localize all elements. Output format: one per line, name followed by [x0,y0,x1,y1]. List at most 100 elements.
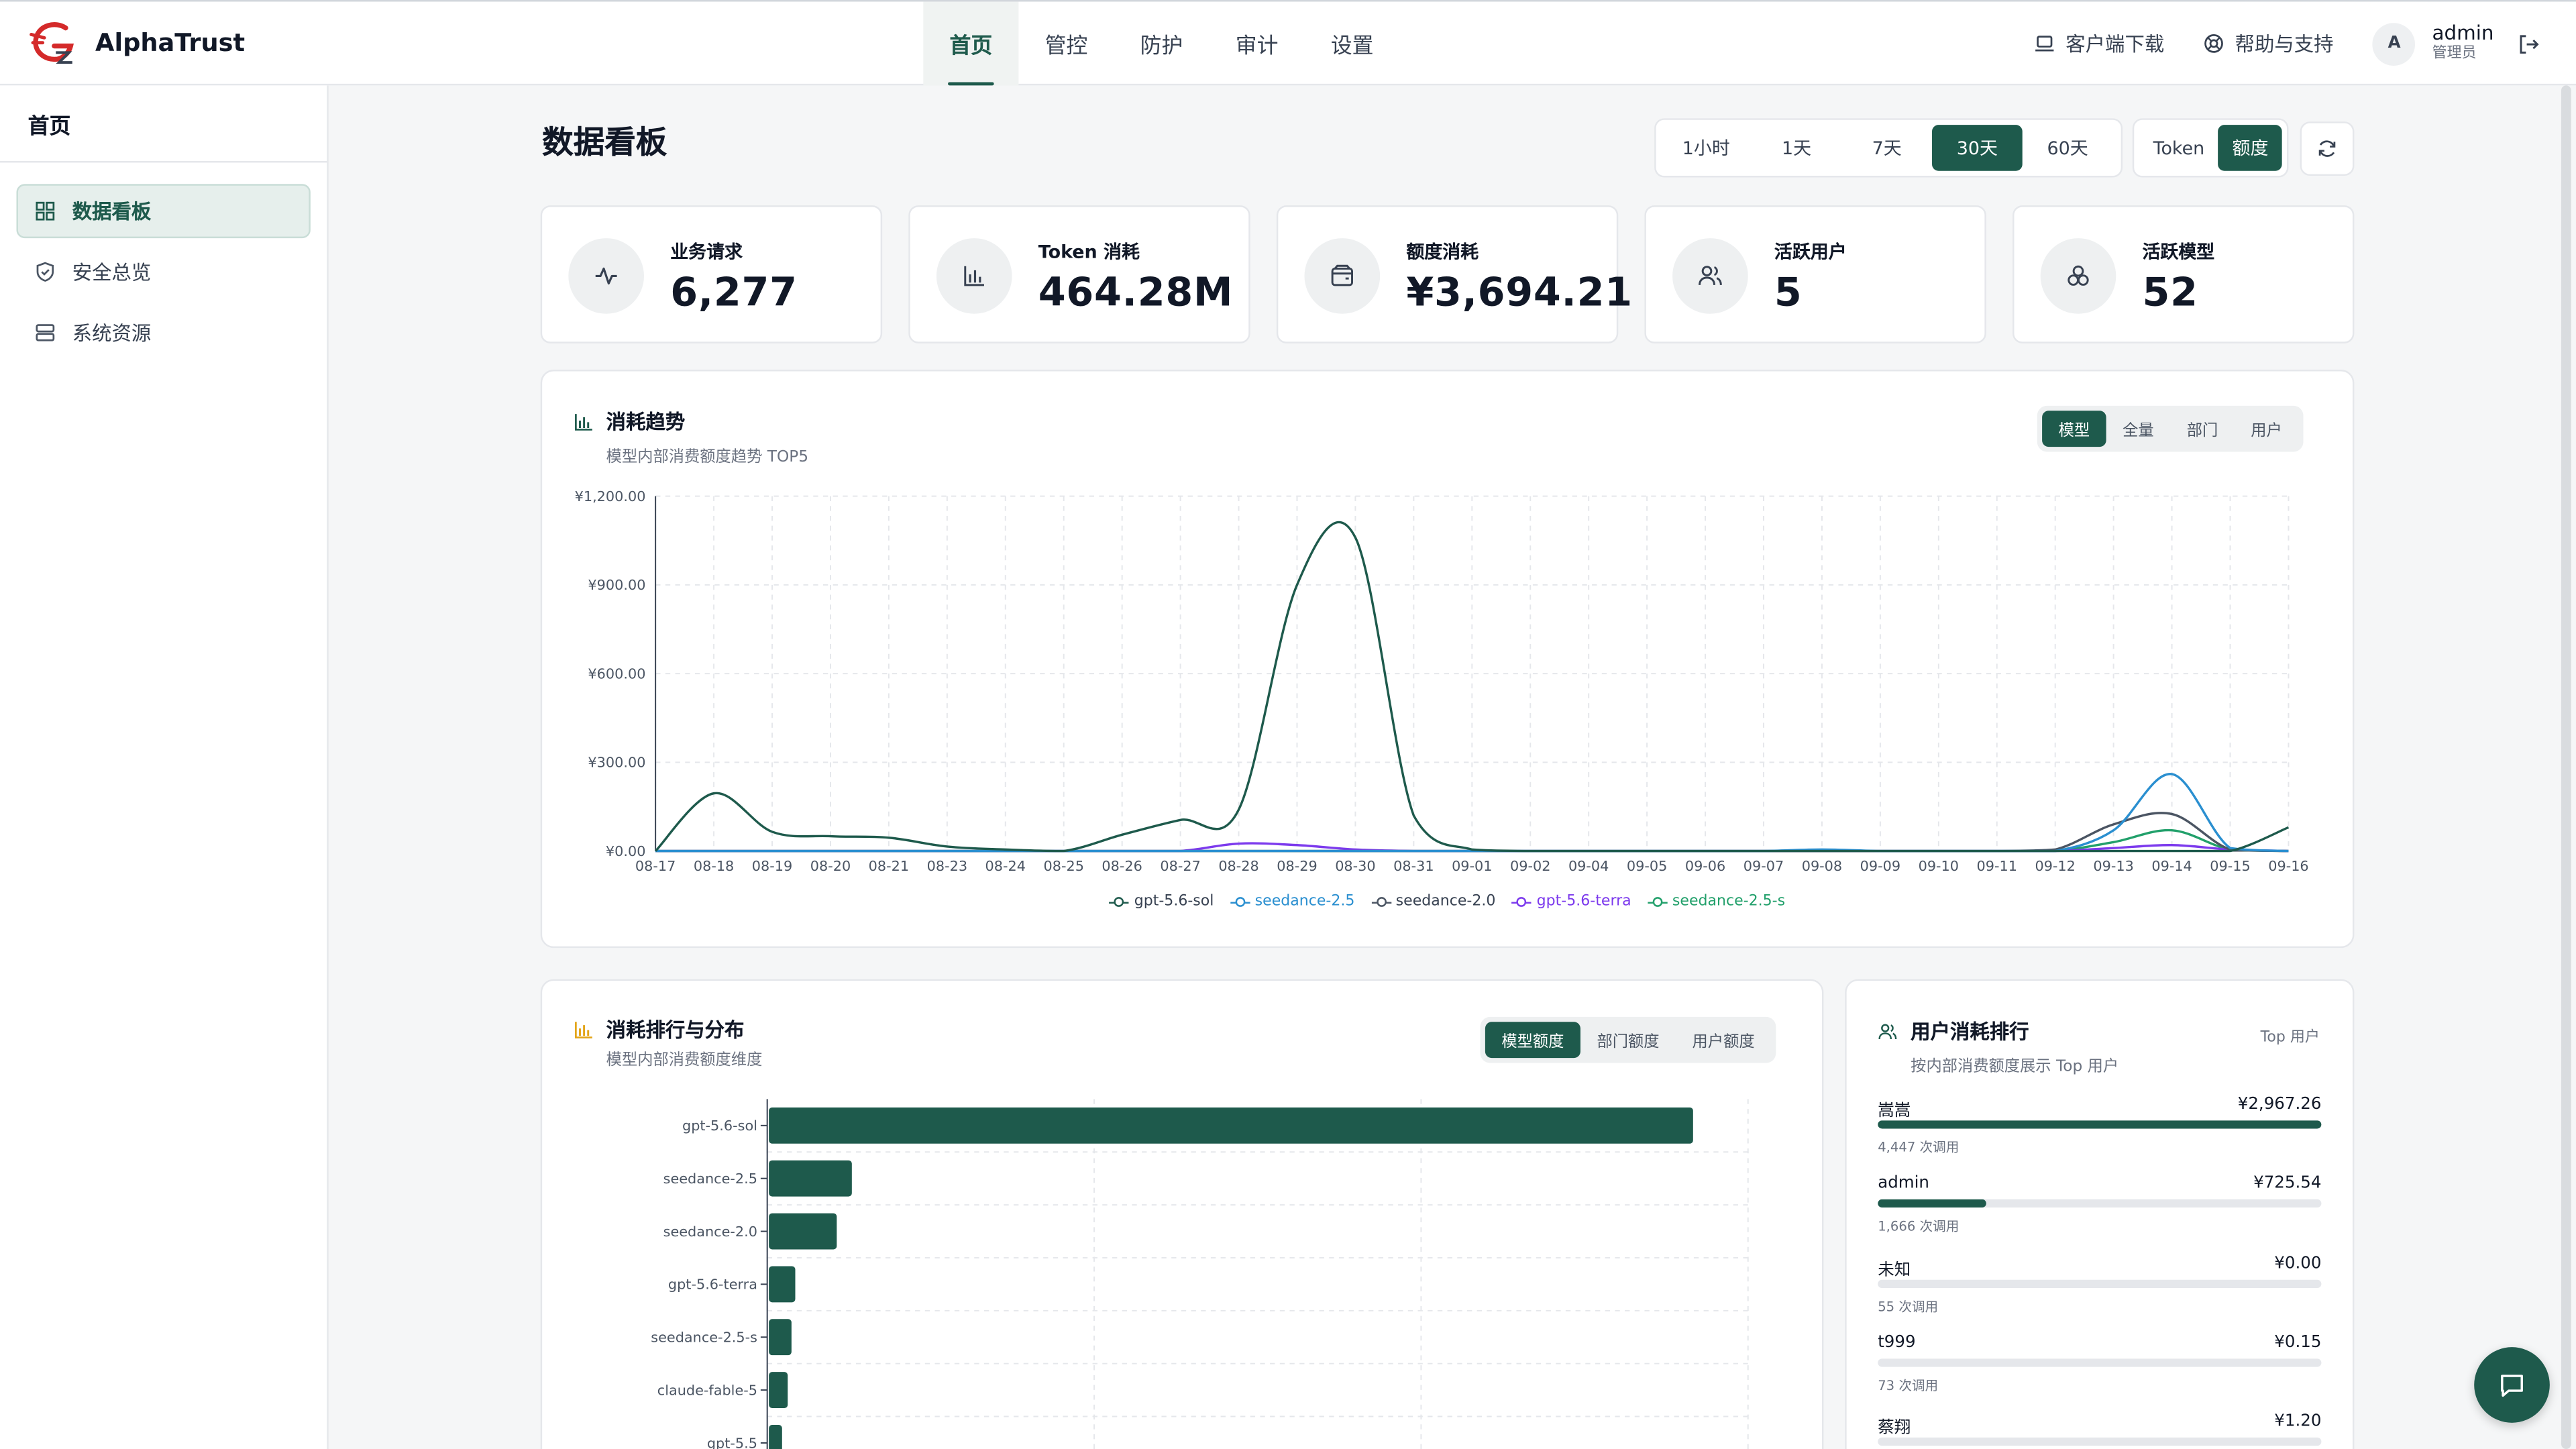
user-rank-title: 用户消耗排行 [1878,1017,2029,1045]
usage-bar-fill [1878,1199,1987,1208]
nav-protection[interactable]: 防护 [1114,1,1209,85]
x-tick-label: 09-04 [1568,858,1609,874]
bar-gpt-5.5 [769,1425,782,1449]
x-tick-label: 09-05 [1627,858,1667,874]
time-range-60d[interactable]: 60天 [2023,125,2113,171]
kpi-card-active-models: 活跃模型 52 [2012,205,2355,343]
nav-home[interactable]: 首页 [923,1,1019,86]
y-tick-label: seedance-2.5 [663,1171,757,1187]
kpi-label: 业务请求 [670,241,743,263]
kpi-icon-wrap [568,238,645,314]
laptop-icon [2036,36,2055,52]
legend-marker [1511,897,1532,907]
x-tick-label: 09-02 [1510,858,1550,874]
sidebar-item-dashboard[interactable]: 数据看板 [16,184,311,239]
user-role: 管理员 [2432,46,2477,63]
user-rank-subtitle: 按内部消费额度展示 Top 用户 [1911,1058,2119,1077]
usage-bar [1878,1120,2322,1129]
y-tick-label: gpt-5.6-terra [668,1277,757,1293]
sidebar-item-resources[interactable]: 系统资源 [16,306,310,360]
sidebar-item-label: 安全总览 [72,261,152,284]
user-name: admin [2432,21,2494,46]
x-tick-label: 09-09 [1860,858,1900,874]
nav-control[interactable]: 管控 [1018,1,1114,85]
sidebar: 首页 数据看板 安全总览 系统资源 [0,85,329,1449]
legend-label: seedance-2.5 [1254,894,1355,910]
scrollbar-thumb[interactable] [2561,85,2571,1449]
user-name: admin [1878,1175,1929,1193]
trend-line-chart: ¥0.00 ¥300.00 ¥600.00 ¥900.00 ¥1,200.00 08-17… [575,488,2309,874]
user-amount: ¥725.54 [2253,1175,2322,1193]
x-tick-label: 08-28 [1218,858,1258,874]
refresh-icon [2318,140,2336,157]
dashboard-icon [36,201,55,221]
list-item[interactable]: 蔡翔 ¥1.20 [1878,1413,2322,1449]
shield-icon [36,262,54,282]
client-download-link[interactable]: 客户端下载 [2035,30,2165,58]
legend-item[interactable]: seedance-2.5 [1230,894,1355,910]
legend-label: seedance-2.0 [1395,894,1496,910]
list-item[interactable]: 未知 ¥0.00 55 次调用 [1878,1254,2322,1334]
user-rank-card: 用户消耗排行 Top 用户 按内部消费额度展示 Top 用户 嵩嵩 ¥2,967… [1845,979,2355,1449]
legend-label: gpt-5.6-sol [1134,894,1214,910]
x-tick-label: 08-29 [1277,858,1317,874]
nav-audit[interactable]: 审计 [1210,1,1305,85]
users-icon [1878,1023,1897,1038]
x-tick-label: 09-16 [2268,858,2308,874]
y-tick-label: seedance-2.0 [663,1224,757,1240]
time-range-1d[interactable]: 1天 [1752,125,1842,171]
usage-bar [1878,1279,2322,1288]
legend-item[interactable]: gpt-5.6-terra [1511,894,1631,910]
user-meta: admin 管理员 [2432,21,2494,63]
chat-icon [2501,1375,2523,1397]
nav-settings[interactable]: 设置 [1305,1,1400,85]
user-menu[interactable]: A admin 管理员 [2373,22,2540,65]
bar-claude-fable-5 [769,1372,788,1409]
kpi-icon-wrap [2040,238,2116,314]
list-item[interactable]: 嵩嵩 ¥2,967.26 4,447 次调用 [1878,1095,2322,1175]
kpi-card-quota: 额度消耗 ¥3,694.21 [1276,205,1632,343]
metric-toggle: Token 额度 [2132,118,2289,178]
client-download-label: 客户端下载 [2065,32,2165,56]
sidebar-menu: 数据看板 安全总览 系统资源 [0,162,327,381]
time-range-7d[interactable]: 7天 [1841,125,1932,171]
legend-item[interactable]: seedance-2.0 [1371,894,1496,910]
kpi-icon-wrap [1672,238,1748,314]
kpi-label: 活跃用户 [1774,241,1847,263]
x-tick-label: 09-08 [1802,858,1842,874]
kpi-value: 464.28M [1038,269,1234,316]
y-tick-label: ¥600.00 [588,665,645,682]
kpi-card-active-users: 活跃用户 5 [1644,205,1986,343]
legend-item[interactable]: gpt-5.6-sol [1109,894,1214,910]
list-item[interactable]: admin ¥725.54 1,666 次调用 [1878,1175,2322,1254]
x-tick-label: 09-11 [1977,858,2017,874]
sidebar-title: 首页 [0,85,327,163]
sidebar-item-security[interactable]: 安全总览 [16,245,310,299]
brand[interactable]: AlphaTrust [30,19,245,66]
cubes-icon [2068,265,2089,286]
refresh-button[interactable] [2300,121,2355,176]
x-tick-label: 08-26 [1102,858,1142,874]
lifebuoy-icon [2205,34,2224,53]
x-tick-label: 08-31 [1393,858,1434,874]
time-range-1h[interactable]: 1小时 [1661,125,1752,171]
y-tick-label: claude-fable-5 [657,1382,757,1398]
usage-bar-fill [1878,1120,2322,1129]
legend-item[interactable]: seedance-2.5-s [1648,894,1785,910]
logout-icon[interactable] [2517,32,2540,55]
x-tick-label: 09-01 [1452,858,1492,874]
chat-button[interactable] [2474,1347,2550,1423]
help-support-link[interactable]: 帮助与支持 [2204,30,2334,58]
help-support-label: 帮助与支持 [2235,32,2334,56]
user-amount: ¥2,967.26 [2237,1095,2322,1114]
top-navbar: AlphaTrust 首页 管控 防护 审计 设置 客户端下载 帮助与支持 A … [0,0,2576,86]
user-amount: ¥0.00 [2274,1254,2322,1273]
metric-quota-button[interactable]: 额度 [2218,125,2282,171]
page-scrollbar[interactable] [2561,85,2571,1449]
y-tick-label: ¥0.00 [606,843,646,859]
list-item[interactable]: t999 ¥0.15 73 次调用 [1878,1334,2322,1413]
time-range-30d[interactable]: 30天 [1932,125,2023,171]
metric-token-button[interactable]: Token [2139,125,2219,171]
time-range-selector: 1小时 1天 7天 30天 60天 [1654,118,2123,178]
x-tick-label: 08-21 [869,858,909,874]
